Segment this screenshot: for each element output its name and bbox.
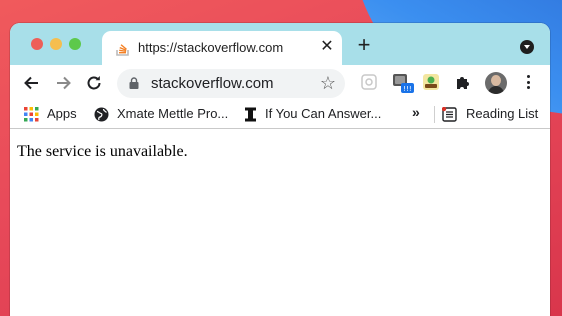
page-content: The service is unavailable. [10, 129, 550, 316]
close-window-button[interactable] [31, 38, 43, 50]
reload-icon [87, 76, 101, 90]
extension-grey-icon[interactable] [360, 73, 378, 91]
error-message: The service is unavailable. [17, 143, 188, 160]
url-text: stackoverflow.com [151, 75, 274, 92]
puzzle-icon[interactable] [454, 73, 472, 91]
arrow-left-icon [24, 76, 38, 90]
bookmark-apps[interactable]: Apps [47, 106, 77, 121]
maximize-window-button[interactable] [69, 38, 81, 50]
arrow-right-icon [57, 76, 71, 90]
title-bar: https://stackoverflow.com ✕ + [10, 23, 550, 65]
bookmark-if-you-can-answer[interactable]: If You Can Answer... [265, 106, 381, 121]
forward-button[interactable] [53, 73, 73, 93]
close-tab-icon[interactable]: ✕ [318, 38, 336, 56]
tab-active[interactable]: https://stackoverflow.com ✕ [102, 31, 342, 65]
tab-title: https://stackoverflow.com [138, 40, 284, 55]
svg-text:!!!: !!! [403, 85, 411, 93]
new-tab-button[interactable]: + [354, 34, 374, 56]
apps-grid-icon [24, 107, 39, 122]
bookmarks-bar: Apps Xmate Mettle Pro... If You Can Answ… [10, 101, 550, 129]
tab-search-button[interactable] [520, 40, 534, 54]
back-button[interactable] [22, 73, 42, 93]
avatar[interactable] [485, 72, 507, 94]
minimize-window-button[interactable] [50, 38, 62, 50]
extension-plant-icon[interactable] [422, 73, 440, 91]
address-bar[interactable]: stackoverflow.com ☆ [117, 69, 345, 98]
bookmark-i-icon [245, 107, 256, 122]
reading-list-icon [442, 107, 457, 122]
browser-window: https://stackoverflow.com ✕ + stackoverf… [10, 23, 550, 316]
bookmarks-divider [434, 106, 435, 123]
bookmark-xmate[interactable]: Xmate Mettle Pro... [117, 106, 228, 121]
kebab-menu-icon[interactable] [521, 74, 535, 92]
reading-list-button[interactable]: Reading List [466, 106, 538, 121]
globe-icon [94, 107, 109, 122]
lock-icon [129, 77, 139, 89]
reload-button[interactable] [84, 73, 104, 93]
star-icon[interactable]: ☆ [320, 73, 336, 94]
bookmarks-overflow-button[interactable]: » [412, 104, 420, 120]
toolbar: stackoverflow.com ☆ !!! [10, 65, 550, 101]
stackoverflow-icon [116, 44, 129, 56]
extension-badge-icon[interactable]: !!! [391, 71, 415, 95]
